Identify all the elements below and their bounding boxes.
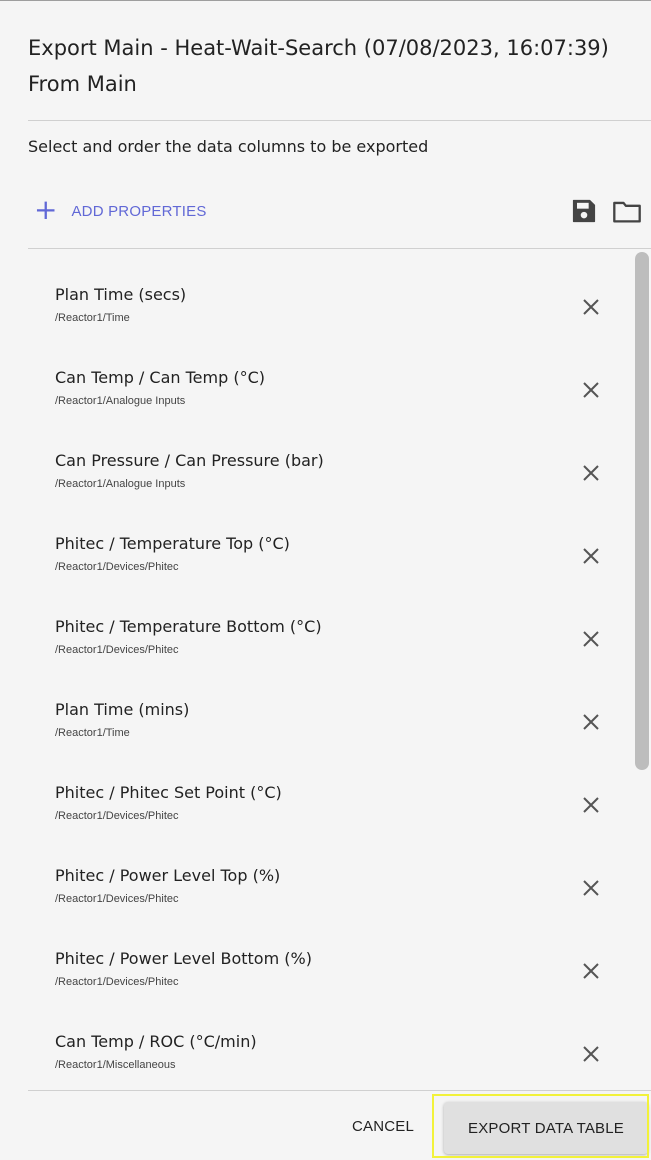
save-icon[interactable] bbox=[570, 197, 598, 225]
column-list: Plan Time (secs) /Reactor1/Time Can Temp… bbox=[28, 250, 637, 1086]
column-path: /Reactor1/Analogue Inputs bbox=[55, 478, 186, 490]
column-path: /Reactor1/Miscellaneous bbox=[55, 1059, 176, 1071]
dialog-title-line2: From Main bbox=[28, 72, 137, 96]
list-item[interactable]: Plan Time (mins) /Reactor1/Time bbox=[28, 665, 637, 748]
close-icon[interactable] bbox=[579, 378, 603, 402]
cancel-button[interactable]: CANCEL bbox=[352, 1118, 414, 1142]
column-title: Can Temp / ROC (°C/min) bbox=[55, 1032, 257, 1051]
column-title: Plan Time (mins) bbox=[55, 700, 190, 719]
list-item[interactable]: Phitec / Temperature Bottom (°C) /Reacto… bbox=[28, 582, 637, 665]
column-path: /Reactor1/Devices/Phitec bbox=[55, 644, 179, 656]
close-icon[interactable] bbox=[579, 959, 603, 983]
divider bbox=[28, 1090, 651, 1091]
column-title: Phitec / Power Level Bottom (%) bbox=[55, 949, 312, 968]
list-item[interactable]: Phitec / Power Level Top (%) /Reactor1/D… bbox=[28, 831, 637, 914]
close-icon[interactable] bbox=[579, 1042, 603, 1066]
close-icon[interactable] bbox=[579, 295, 603, 319]
column-title: Phitec / Temperature Top (°C) bbox=[55, 534, 290, 553]
column-path: /Reactor1/Time bbox=[55, 727, 130, 739]
column-title: Phitec / Phitec Set Point (°C) bbox=[55, 783, 282, 802]
dialog-subtitle: Select and order the data columns to be … bbox=[28, 137, 429, 156]
column-title: Can Pressure / Can Pressure (bar) bbox=[55, 451, 324, 470]
divider bbox=[28, 120, 651, 121]
column-path: /Reactor1/Devices/Phitec bbox=[55, 561, 179, 573]
add-properties-label: ADD PROPERTIES bbox=[71, 202, 207, 220]
list-item[interactable]: Phitec / Power Level Bottom (%) /Reactor… bbox=[28, 914, 637, 997]
export-data-table-button[interactable]: EXPORT DATA TABLE bbox=[444, 1102, 648, 1154]
scrollbar-thumb[interactable] bbox=[635, 252, 649, 770]
column-path: /Reactor1/Time bbox=[55, 312, 130, 324]
close-icon[interactable] bbox=[579, 627, 603, 651]
column-title: Can Temp / Can Temp (°C) bbox=[55, 368, 265, 387]
folder-icon[interactable] bbox=[612, 197, 642, 225]
close-icon[interactable] bbox=[579, 461, 603, 485]
plus-icon: + bbox=[34, 192, 58, 226]
close-icon[interactable] bbox=[579, 710, 603, 734]
close-icon[interactable] bbox=[579, 876, 603, 900]
list-item[interactable]: Phitec / Temperature Top (°C) /Reactor1/… bbox=[28, 499, 637, 582]
column-path: /Reactor1/Devices/Phitec bbox=[55, 810, 179, 822]
toolbar: + ADD PROPERTIES bbox=[0, 185, 651, 240]
export-button-label: EXPORT DATA TABLE bbox=[468, 1119, 624, 1137]
column-title: Phitec / Temperature Bottom (°C) bbox=[55, 617, 322, 636]
dialog-title-line1: Export Main - Heat-Wait-Search (07/08/20… bbox=[28, 36, 609, 60]
column-title: Phitec / Power Level Top (%) bbox=[55, 866, 281, 885]
dialog-title: Export Main - Heat-Wait-Search (07/08/20… bbox=[28, 30, 648, 102]
list-item[interactable]: Phitec / Phitec Set Point (°C) /Reactor1… bbox=[28, 748, 637, 831]
column-path: /Reactor1/Devices/Phitec bbox=[55, 893, 179, 905]
close-icon[interactable] bbox=[579, 544, 603, 568]
add-properties-button[interactable]: + ADD PROPERTIES bbox=[34, 193, 207, 229]
column-path: /Reactor1/Analogue Inputs bbox=[55, 395, 186, 407]
column-path: /Reactor1/Devices/Phitec bbox=[55, 976, 179, 988]
list-item[interactable]: Can Pressure / Can Pressure (bar) /React… bbox=[28, 416, 637, 499]
column-title: Plan Time (secs) bbox=[55, 285, 187, 304]
divider bbox=[28, 248, 651, 249]
top-border bbox=[0, 0, 651, 1]
close-icon[interactable] bbox=[579, 793, 603, 817]
list-item[interactable]: Can Temp / ROC (°C/min) /Reactor1/Miscel… bbox=[28, 997, 637, 1080]
list-item[interactable]: Plan Time (secs) /Reactor1/Time bbox=[28, 250, 637, 333]
list-item[interactable]: Can Temp / Can Temp (°C) /Reactor1/Analo… bbox=[28, 333, 637, 416]
